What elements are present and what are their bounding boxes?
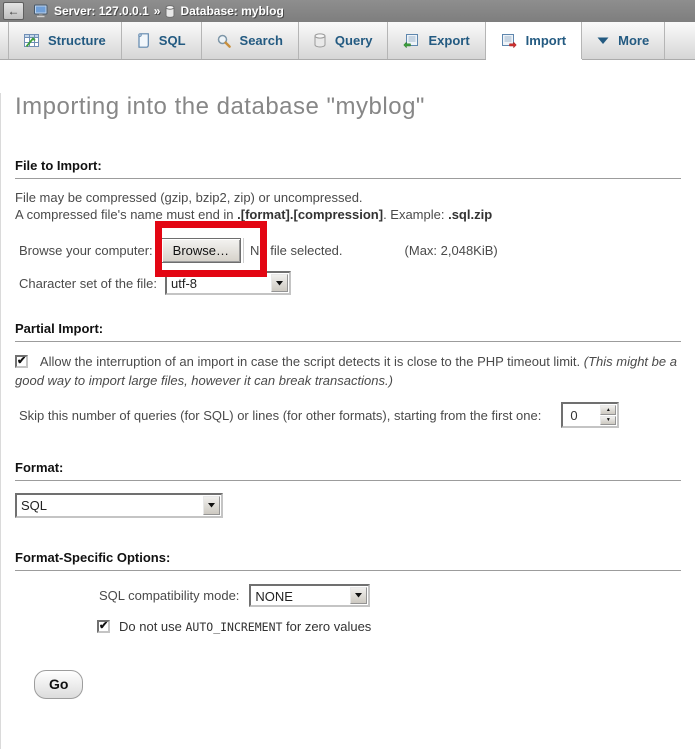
compression-example: .sql.zip bbox=[448, 207, 492, 222]
charset-select[interactable]: utf-8 bbox=[165, 271, 291, 295]
dropdown-arrow-icon[interactable] bbox=[203, 496, 220, 515]
structure-icon bbox=[24, 34, 39, 47]
tab-structure[interactable]: Structure bbox=[8, 22, 122, 59]
breadcrumb-database[interactable]: Database: myblog bbox=[165, 4, 283, 18]
breadcrumb-server[interactable]: Server: 127.0.0.1 bbox=[33, 4, 149, 18]
query-icon bbox=[314, 33, 326, 48]
tab-export[interactable]: Export bbox=[388, 22, 485, 59]
file-input-divider bbox=[243, 238, 244, 263]
page-title: Importing into the database "myblog" bbox=[15, 93, 681, 121]
sql-icon bbox=[137, 33, 150, 48]
compression-note-line2-mid: . Example: bbox=[383, 207, 448, 222]
compression-note: File may be compressed (gzip, bzip2, zip… bbox=[15, 189, 681, 223]
tab-label: Import bbox=[526, 33, 566, 48]
tab-label: Export bbox=[428, 33, 469, 48]
tab-label: Structure bbox=[48, 33, 106, 48]
dropdown-arrow-icon[interactable] bbox=[271, 274, 288, 292]
skip-queries-label: Skip this number of queries (for SQL) or… bbox=[19, 408, 541, 423]
go-button[interactable]: Go bbox=[34, 670, 83, 699]
compression-note-line2-prefix: A compressed file's name must end in bbox=[15, 207, 237, 222]
skip-queries-row: Skip this number of queries (for SQL) or… bbox=[19, 402, 681, 428]
partial-import-option: Allow the interruption of an import in c… bbox=[15, 352, 681, 390]
export-icon bbox=[403, 34, 419, 48]
search-icon bbox=[217, 34, 231, 48]
file-upload-row: Browse your computer: Browse… No file se… bbox=[19, 237, 681, 263]
section-heading-format: Format: bbox=[15, 460, 681, 481]
sql-compat-selected-value: NONE bbox=[251, 586, 349, 605]
sql-compat-label: SQL compatibility mode: bbox=[99, 588, 239, 603]
tab-label: SQL bbox=[159, 33, 186, 48]
autoinc-label: Do not use AUTO_INCREMENT for zero value… bbox=[119, 619, 371, 634]
spinner: ▲ ▼ bbox=[599, 404, 617, 426]
autoinc-label-suffix: for zero values bbox=[282, 619, 371, 634]
charset-selected-value: utf-8 bbox=[167, 273, 270, 293]
sql-compat-row: SQL compatibility mode: NONE bbox=[99, 583, 681, 607]
skip-queries-input[interactable] bbox=[563, 404, 599, 426]
section-heading-partial-import: Partial Import: bbox=[15, 321, 681, 342]
no-file-selected-text: No file selected. bbox=[250, 243, 343, 258]
charset-label: Character set of the file: bbox=[19, 276, 157, 291]
server-icon bbox=[33, 4, 49, 18]
dropdown-arrow-icon[interactable] bbox=[350, 587, 367, 604]
tab-search[interactable]: Search bbox=[202, 22, 299, 59]
autoinc-row: Do not use AUTO_INCREMENT for zero value… bbox=[97, 619, 681, 634]
spinner-up-icon[interactable]: ▲ bbox=[600, 405, 616, 415]
tab-bar: Structure SQL Search Query bbox=[0, 22, 695, 60]
tab-label: More bbox=[618, 33, 649, 48]
autoinc-label-prefix: Do not use bbox=[119, 619, 186, 634]
tab-sql[interactable]: SQL bbox=[122, 22, 202, 59]
format-selected-value: SQL bbox=[17, 495, 202, 516]
browse-label: Browse your computer: bbox=[19, 243, 153, 258]
max-upload-size: (Max: 2,048KiB) bbox=[405, 243, 498, 258]
tab-bar-filler bbox=[665, 22, 695, 59]
compression-note-line1: File may be compressed (gzip, bzip2, zip… bbox=[15, 190, 363, 205]
browse-button[interactable]: Browse… bbox=[161, 238, 241, 263]
spinner-down-icon[interactable]: ▼ bbox=[600, 416, 616, 426]
autoinc-code: AUTO_INCREMENT bbox=[186, 620, 283, 634]
breadcrumb-bar: ← Server: 127.0.0.1 » Database: myblog bbox=[0, 0, 695, 22]
database-icon bbox=[165, 5, 175, 18]
tab-query[interactable]: Query bbox=[299, 22, 389, 59]
tab-label: Search bbox=[240, 33, 283, 48]
tab-import[interactable]: Import bbox=[486, 22, 582, 59]
section-heading-format-options: Format-Specific Options: bbox=[15, 550, 681, 571]
breadcrumb-separator: » bbox=[154, 4, 161, 18]
breadcrumb-database-label: Database: myblog bbox=[180, 4, 283, 18]
skip-queries-input-wrap: ▲ ▼ bbox=[561, 402, 619, 428]
breadcrumb-server-label: Server: 127.0.0.1 bbox=[54, 4, 149, 18]
tab-label: Query bbox=[335, 33, 373, 48]
import-icon bbox=[501, 34, 517, 48]
tab-more[interactable]: More bbox=[582, 22, 665, 59]
back-button[interactable]: ← bbox=[3, 2, 24, 20]
import-page: Importing into the database "myblog" Fil… bbox=[0, 93, 695, 749]
format-select[interactable]: SQL bbox=[15, 493, 223, 518]
autoinc-checkbox[interactable] bbox=[97, 620, 110, 633]
compression-format-pattern: .[format].[compression] bbox=[237, 207, 383, 222]
chevron-down-icon bbox=[597, 37, 609, 45]
charset-row: Character set of the file: utf-8 bbox=[19, 271, 681, 295]
sql-compat-select[interactable]: NONE bbox=[249, 584, 370, 607]
allow-interrupt-checkbox[interactable] bbox=[15, 355, 28, 368]
section-heading-file-to-import: File to Import: bbox=[15, 158, 681, 179]
allow-interrupt-label: Allow the interruption of an import in c… bbox=[40, 354, 584, 369]
